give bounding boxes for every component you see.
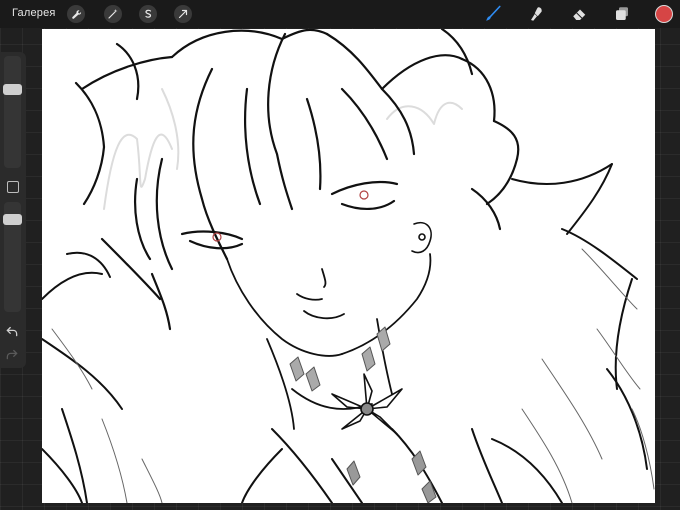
- color-picker-button[interactable]: [655, 5, 673, 23]
- layers-icon: [616, 7, 628, 20]
- adjustments-button[interactable]: [104, 5, 122, 23]
- drawing-canvas[interactable]: [42, 29, 655, 503]
- selection-s-icon: [145, 9, 152, 18]
- left-sidebar: [0, 52, 26, 368]
- brush-tool-button[interactable]: [483, 4, 503, 24]
- eyedropper-square-icon[interactable]: [7, 181, 19, 193]
- brush-opacity-slider[interactable]: [3, 202, 22, 312]
- brush-size-slider[interactable]: [3, 56, 22, 168]
- smudge-tool-button[interactable]: [527, 4, 547, 24]
- eraser-tool-button[interactable]: [570, 4, 590, 24]
- brush-opacity-thumb[interactable]: [3, 214, 22, 225]
- top-toolbar: Галерея: [0, 0, 680, 28]
- actions-button[interactable]: [67, 5, 85, 23]
- eraser-icon: [573, 9, 586, 20]
- smudge-icon: [531, 7, 542, 21]
- arrow-cursor-icon: [178, 9, 188, 19]
- transform-button[interactable]: [174, 5, 192, 23]
- lineart-sketch: [42, 29, 655, 503]
- brush-size-thumb[interactable]: [3, 84, 22, 95]
- undo-icon[interactable]: [5, 324, 19, 338]
- magic-wand-icon: [108, 9, 118, 19]
- redo-icon[interactable]: [5, 347, 19, 361]
- layers-button[interactable]: [612, 4, 632, 24]
- wrench-icon: [72, 10, 82, 19]
- procreate-app: Галерея: [0, 0, 680, 510]
- brush-icon: [486, 5, 501, 21]
- selection-button[interactable]: [139, 5, 157, 23]
- gallery-button[interactable]: Галерея: [12, 7, 56, 19]
